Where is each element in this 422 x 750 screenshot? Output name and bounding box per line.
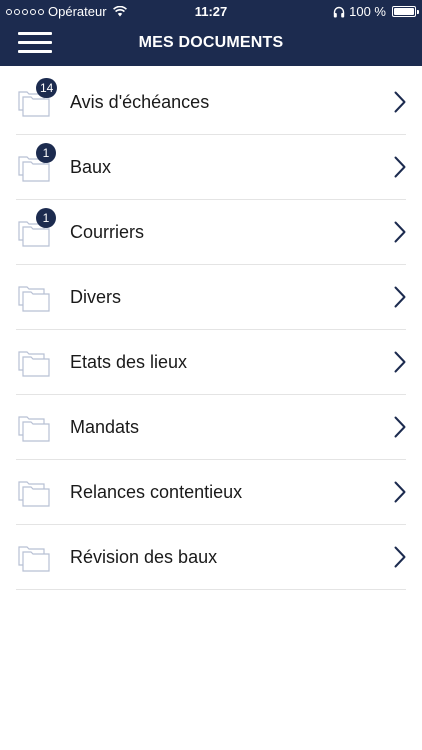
chevron-right-icon bbox=[394, 416, 406, 438]
count-badge: 1 bbox=[36, 208, 56, 228]
list-item[interactable]: 1 Baux bbox=[16, 135, 406, 200]
page-title: MES DOCUMENTS bbox=[138, 34, 284, 51]
document-category-label: Révision des baux bbox=[70, 547, 218, 567]
chevron-right-icon bbox=[394, 156, 406, 178]
document-category-label: Relances contentieux bbox=[70, 482, 243, 502]
document-category-label: Divers bbox=[70, 287, 122, 307]
status-bar: Opérateur 11:27 100 % bbox=[0, 0, 422, 22]
document-category-label: Etats des lieux bbox=[70, 352, 188, 372]
chevron-right-icon bbox=[394, 481, 406, 503]
folder-icon bbox=[18, 546, 50, 572]
battery-percent: 100 % bbox=[349, 4, 386, 19]
document-category-label: Baux bbox=[70, 157, 112, 177]
folder-icon bbox=[18, 416, 50, 442]
list-item[interactable]: Relances contentieux bbox=[16, 460, 406, 525]
status-right: 100 % bbox=[333, 4, 419, 19]
list-item[interactable]: Divers bbox=[16, 265, 406, 330]
document-category-label: Courriers bbox=[70, 222, 145, 242]
folder-icon bbox=[18, 481, 50, 507]
app-header: Opérateur 11:27 100 % MES DOCUMENTS bbox=[0, 0, 422, 66]
list-item[interactable]: Mandats bbox=[16, 395, 406, 460]
chevron-right-icon bbox=[394, 546, 406, 568]
chevron-right-icon bbox=[394, 91, 406, 113]
count-badge: 1 bbox=[36, 143, 56, 163]
chevron-right-icon bbox=[394, 221, 406, 243]
list-item[interactable]: 14 Avis d'échéances bbox=[16, 70, 406, 135]
list-item[interactable]: 1 Courriers bbox=[16, 200, 406, 265]
folder-icon bbox=[18, 351, 50, 377]
headphones-icon bbox=[333, 6, 345, 17]
list-item[interactable]: Révision des baux bbox=[16, 525, 406, 590]
folder-icon bbox=[18, 286, 50, 312]
document-category-label: Mandats bbox=[70, 417, 140, 437]
document-category-label: Avis d'échéances bbox=[70, 92, 210, 112]
chevron-right-icon bbox=[394, 286, 406, 308]
count-badge: 14 bbox=[36, 78, 58, 98]
battery-icon bbox=[392, 6, 419, 17]
chevron-right-icon bbox=[394, 351, 406, 373]
list-item[interactable]: Etats des lieux bbox=[16, 330, 406, 395]
documents-list: 14 Avis d'échéances 1 Baux 1 Courriers Divers E… bbox=[0, 70, 422, 590]
